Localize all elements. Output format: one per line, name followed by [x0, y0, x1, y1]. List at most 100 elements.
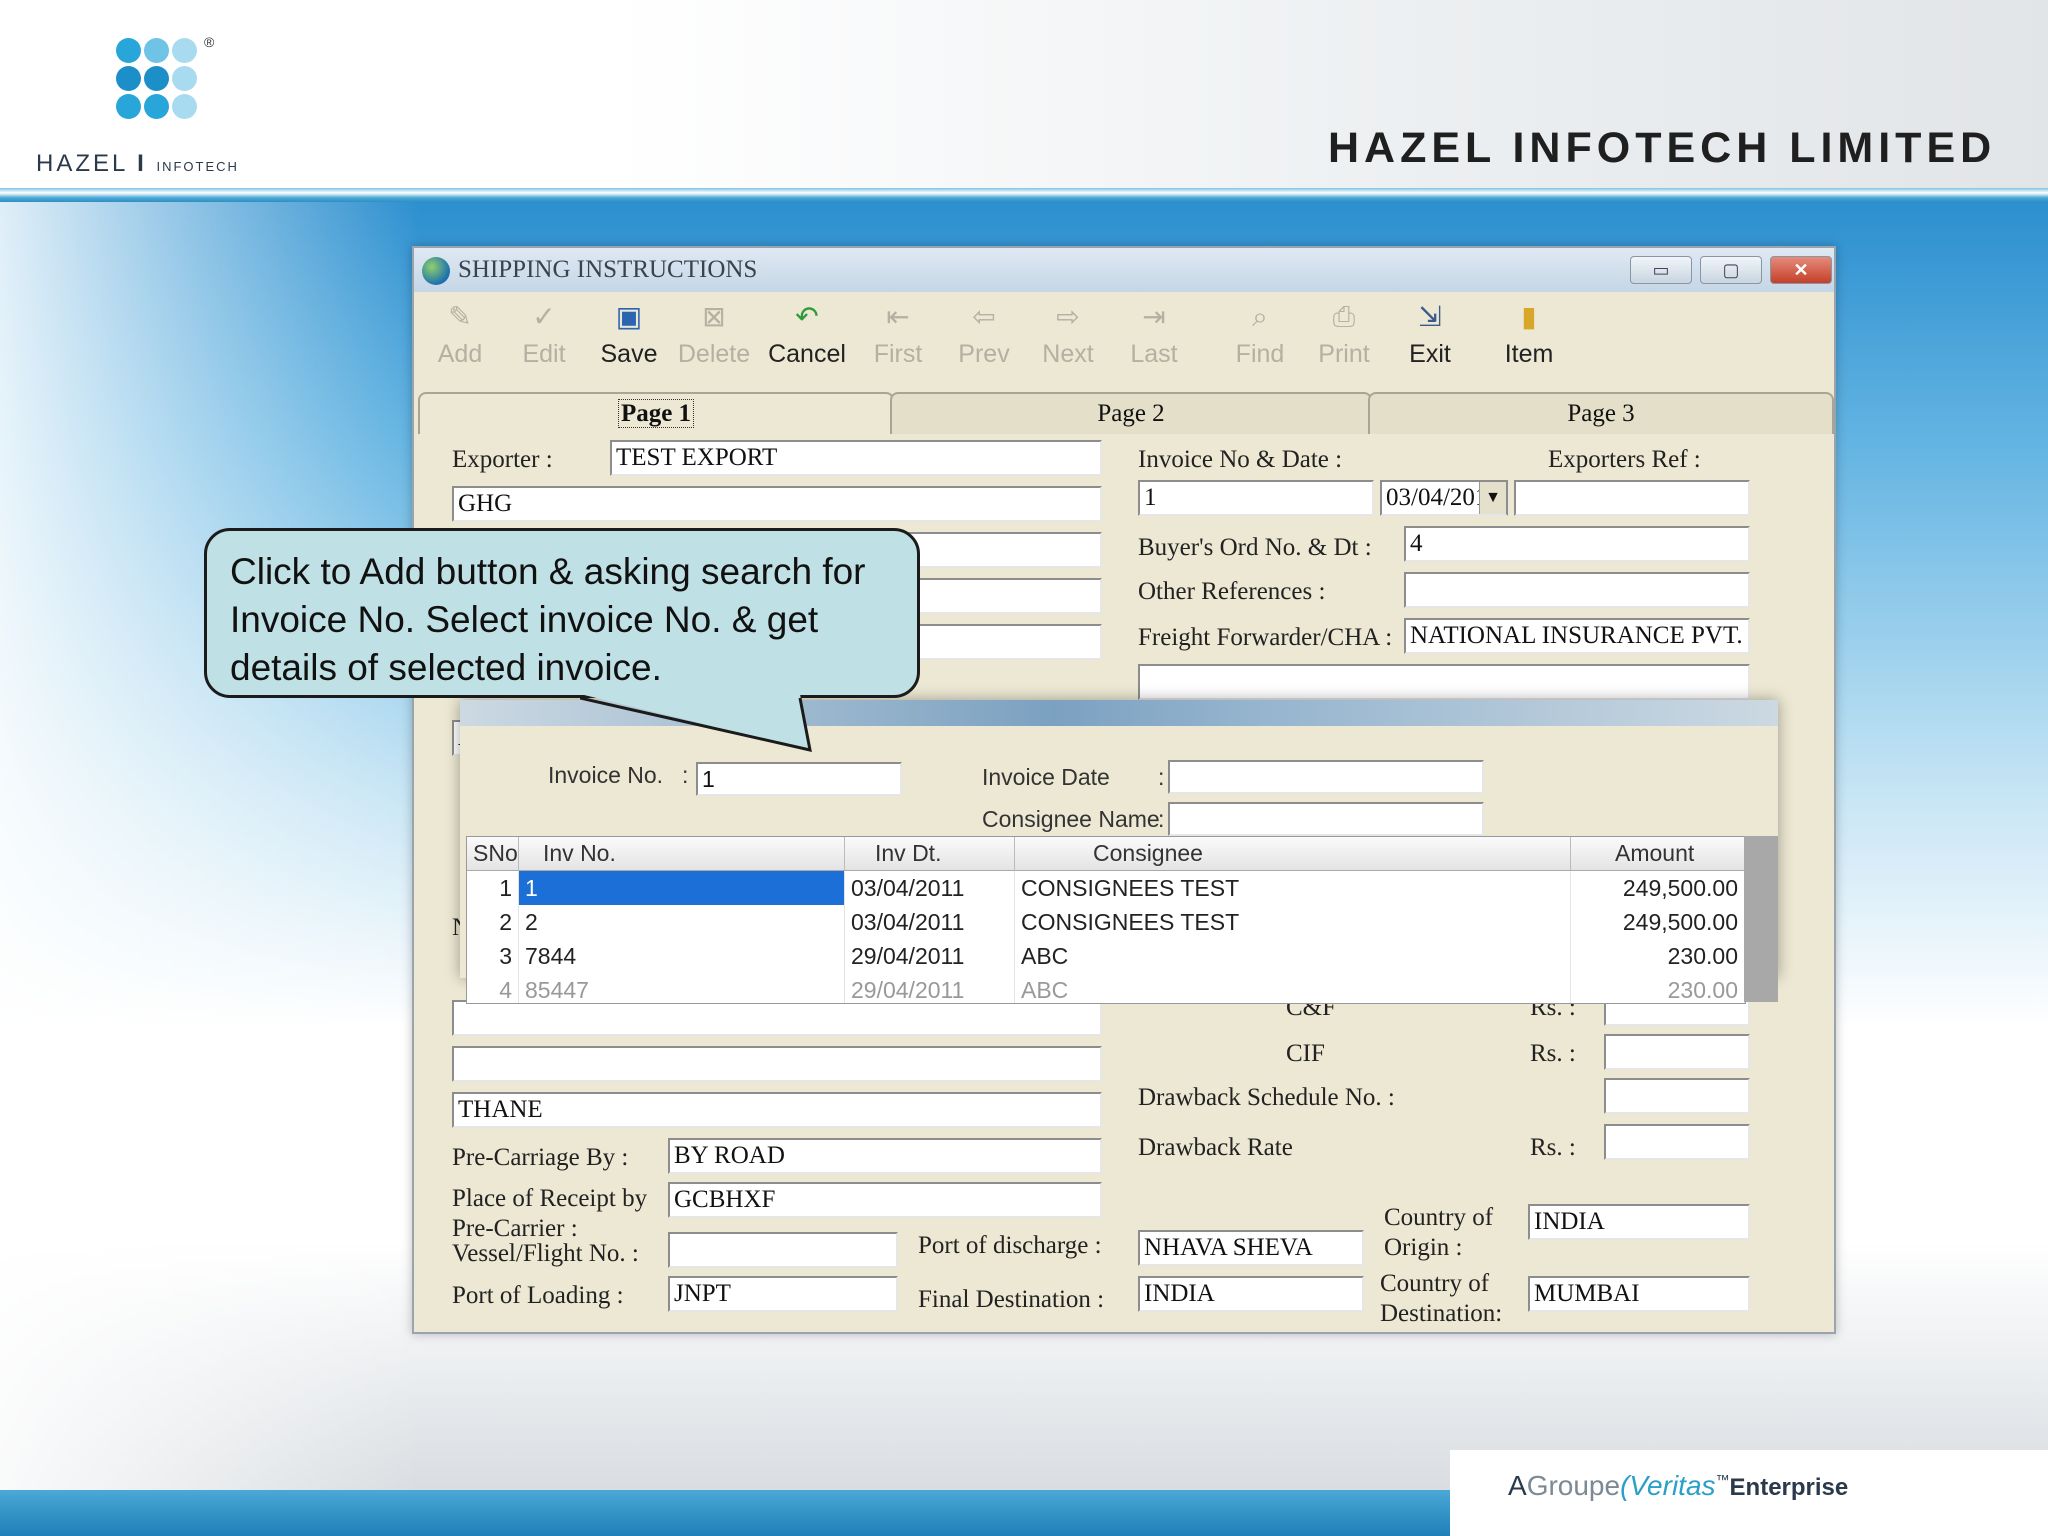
precarriage-field[interactable]: BY ROAD: [668, 1138, 1102, 1174]
country-destination-label-line2: Destination:: [1380, 1300, 1503, 1327]
table-row[interactable]: 4 85447 29/04/2011 ABC 230.00: [467, 973, 1745, 1003]
add-button[interactable]: ✎ Add: [432, 294, 488, 384]
drawback-schedule-field[interactable]: [1604, 1078, 1750, 1114]
search-invoice-date-input[interactable]: [1168, 760, 1484, 794]
exporter-address-line1[interactable]: GHG: [452, 486, 1102, 522]
other-refs-label: Other References :: [1138, 578, 1326, 605]
vessel-field[interactable]: [668, 1232, 898, 1268]
precarriage-label: Pre-Carriage By :: [452, 1144, 629, 1171]
row-sno: 2: [467, 905, 519, 939]
item-icon: ▮: [1521, 301, 1537, 332]
port-discharge-field[interactable]: NHAVA SHEVA: [1138, 1230, 1364, 1266]
row-inv-dt: 29/04/2011: [845, 973, 1015, 1003]
invoice-no-date-label: Invoice No & Date :: [1138, 446, 1343, 473]
row-inv-no: 2: [519, 905, 845, 939]
column-header-inv-no[interactable]: Inv No.: [519, 837, 845, 871]
column-header-sno[interactable]: SNo: [467, 837, 519, 871]
invoice-results-grid: SNo Inv No. Inv Dt. Consignee Amount 1 1…: [466, 836, 1746, 1004]
vessel-label: Vessel/Flight No. :: [452, 1240, 639, 1267]
delete-button[interactable]: ⊠ Delete: [674, 294, 754, 384]
drawback-schedule-label: Drawback Schedule No. :: [1138, 1084, 1395, 1111]
first-icon: ⇤: [886, 301, 910, 332]
drawback-rate-field[interactable]: [1604, 1124, 1750, 1160]
buyers-ord-field[interactable]: 4: [1404, 526, 1750, 562]
row-inv-dt: 03/04/2011: [845, 905, 1015, 939]
print-button[interactable]: ⎙ Print: [1314, 294, 1374, 384]
address-line-b[interactable]: [452, 1046, 1102, 1082]
row-inv-no: 7844: [519, 939, 845, 973]
cif-rs-label: Rs. :: [1530, 1040, 1576, 1067]
port-loading-label: Port of Loading :: [452, 1282, 624, 1309]
find-icon: ⌕: [1252, 301, 1268, 332]
company-name: HAZEL INFOTECH LIMITED: [1328, 124, 1997, 172]
search-invoice-no-input[interactable]: 1: [696, 762, 902, 796]
final-destination-label: Final Destination :: [918, 1286, 1105, 1313]
other-refs-field[interactable]: [1404, 572, 1750, 608]
cancel-icon: ↶: [795, 301, 819, 332]
edit-button[interactable]: ✓ Edit: [516, 294, 572, 384]
city-field[interactable]: THANE: [452, 1092, 1102, 1128]
tab-page-3[interactable]: Page 3: [1368, 392, 1834, 434]
add-icon: ✎: [448, 301, 472, 332]
row-sno: 4: [467, 973, 519, 1003]
invoice-no-field[interactable]: 1: [1138, 480, 1374, 516]
exporter-name-field[interactable]: TEST EXPORT: [610, 440, 1102, 476]
save-button[interactable]: ▣ Save: [594, 294, 664, 384]
column-header-amount[interactable]: Amount: [1571, 837, 1745, 871]
row-amount: 230.00: [1571, 973, 1745, 1003]
print-icon: ⎙: [1332, 301, 1356, 332]
table-row[interactable]: 1 1 03/04/2011 CONSIGNEES TEST 249,500.0…: [467, 871, 1745, 905]
chevron-down-icon[interactable]: ▼: [1479, 482, 1506, 514]
country-origin-field[interactable]: INDIA: [1528, 1204, 1750, 1240]
slide-background-fade: [0, 202, 420, 1536]
exporters-ref-label: Exporters Ref :: [1548, 446, 1701, 473]
delete-icon: ⊠: [702, 301, 726, 332]
maximize-button[interactable]: ▢: [1700, 256, 1762, 284]
final-destination-field[interactable]: INDIA: [1138, 1276, 1364, 1312]
footer-brand: AGroupe(Veritas™Enterprise: [1508, 1470, 1849, 1501]
save-icon: ▣: [615, 301, 643, 332]
close-button[interactable]: ✕: [1770, 256, 1832, 284]
port-discharge-label: Port of discharge :: [918, 1232, 1102, 1259]
next-button[interactable]: ⇨ Next: [1038, 294, 1098, 384]
tab-page-2[interactable]: Page 2: [890, 392, 1372, 434]
first-button[interactable]: ⇤ First: [868, 294, 928, 384]
row-amount: 249,500.00: [1571, 871, 1745, 905]
search-invoice-date-label: Invoice Date: [982, 764, 1110, 790]
exit-button[interactable]: ⇲ Exit: [1400, 294, 1460, 384]
row-consignee: ABC: [1015, 939, 1571, 973]
find-button[interactable]: ⌕ Find: [1230, 294, 1290, 384]
table-row[interactable]: 2 2 03/04/2011 CONSIGNEES TEST 249,500.0…: [467, 905, 1745, 939]
place-receipt-field[interactable]: GCBHXF: [668, 1182, 1102, 1218]
row-consignee: CONSIGNEES TEST: [1015, 871, 1571, 905]
row-inv-no: 85447: [519, 973, 845, 1003]
port-loading-field[interactable]: JNPT: [668, 1276, 898, 1312]
exporters-ref-field[interactable]: [1514, 480, 1750, 516]
address-line-a[interactable]: [452, 1000, 1102, 1036]
drawback-rs-label: Rs. :: [1530, 1134, 1576, 1161]
column-header-inv-dt[interactable]: Inv Dt.: [845, 837, 1015, 871]
cancel-button[interactable]: ↶ Cancel: [764, 294, 850, 384]
column-header-consignee[interactable]: Consignee: [1015, 837, 1571, 871]
minimize-button[interactable]: ▭: [1630, 256, 1692, 284]
table-row[interactable]: 3 7844 29/04/2011 ABC 230.00: [467, 939, 1745, 973]
next-icon: ⇨: [1056, 301, 1080, 332]
app-globe-icon: [422, 257, 450, 285]
cif-amount-field[interactable]: [1604, 1034, 1750, 1070]
freight-address-field[interactable]: [1138, 664, 1750, 700]
row-consignee: ABC: [1015, 973, 1571, 1003]
country-destination-field[interactable]: MUMBAI: [1528, 1276, 1750, 1312]
invoice-date-field[interactable]: 03/04/2011 ▼: [1380, 480, 1508, 516]
grid-scrollbar[interactable]: [1744, 836, 1778, 1002]
search-consignee-label: Consignee Name: [982, 806, 1160, 832]
row-amount: 249,500.00: [1571, 905, 1745, 939]
exit-icon: ⇲: [1418, 301, 1442, 332]
item-button[interactable]: ▮ Item: [1496, 294, 1562, 384]
last-button[interactable]: ⇥ Last: [1124, 294, 1184, 384]
freight-field[interactable]: NATIONAL INSURANCE PVT. L: [1404, 618, 1750, 654]
prev-button[interactable]: ⇦ Prev: [954, 294, 1014, 384]
search-consignee-input[interactable]: [1168, 802, 1484, 836]
footer-band: [0, 1490, 1450, 1536]
tab-page-1[interactable]: Page 1: [418, 392, 894, 434]
edit-icon: ✓: [532, 301, 556, 332]
